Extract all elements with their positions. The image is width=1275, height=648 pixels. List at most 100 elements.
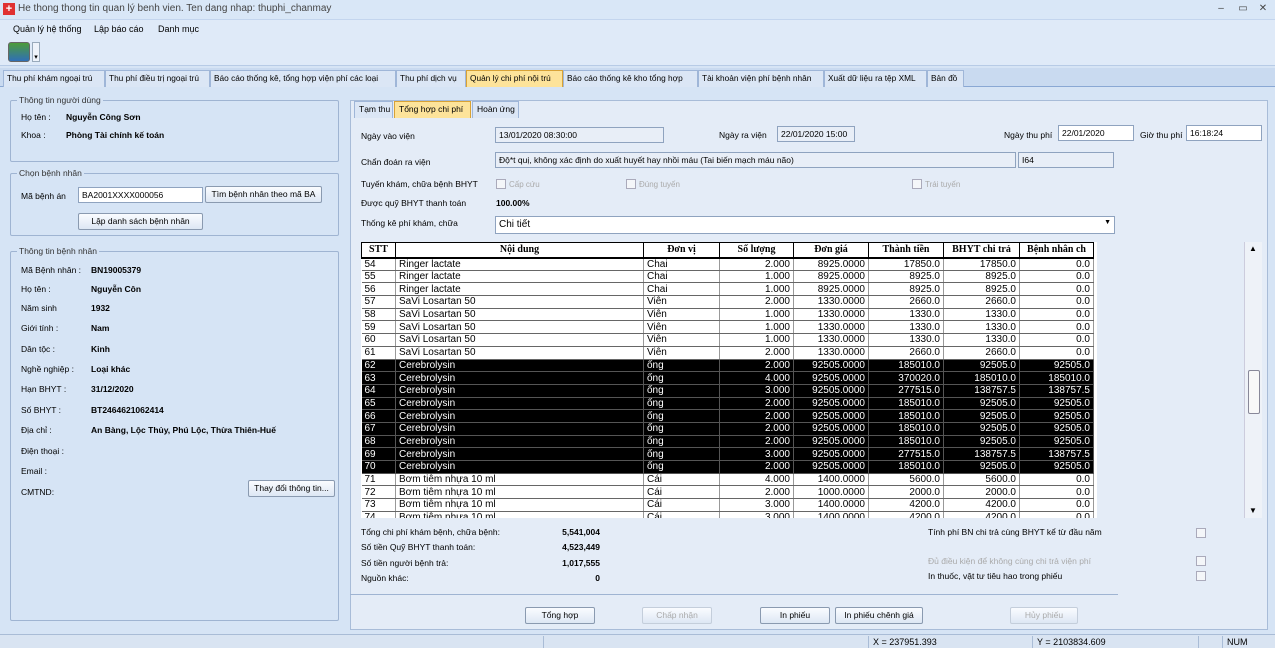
cell-insurance-pays[interactable]: 2000.0 <box>943 485 1020 500</box>
cell-patient-pays[interactable]: 92505.0 <box>1019 397 1094 411</box>
maximize-button[interactable]: ▭ <box>1234 2 1252 16</box>
cell-patient-pays[interactable]: 92505.0 <box>1019 435 1094 449</box>
cell-quantity[interactable]: 2.000 <box>719 346 794 360</box>
minimize-button[interactable]: – <box>1212 2 1230 16</box>
col-content[interactable]: Nội dung <box>395 242 644 259</box>
cell-amount[interactable]: 277515.0 <box>868 447 944 461</box>
scroll-down-icon[interactable]: ▼ <box>1249 506 1257 515</box>
cell-content[interactable]: SaVi Losartan 50 <box>395 320 644 335</box>
cell-quantity[interactable]: 1.000 <box>719 270 794 284</box>
discharge-diagnosis-field[interactable]: Độ*t quị, không xác định do xuất huyết h… <box>495 152 1016 168</box>
cell-unit-price[interactable]: 1330.0000 <box>793 308 869 322</box>
table-row[interactable]: 59 SaVi Losartan 50 Viên 1.000 1330.0000 1330… <box>361 320 1094 335</box>
cell-unit-price[interactable]: 1330.0000 <box>793 333 869 347</box>
tab-warehouse-report[interactable]: Báo cáo thống kê kho tổng hợp <box>563 70 698 87</box>
table-row[interactable]: 74 Bơm tiêm nhựa 10 ml Cái 3.000 1400.0000 42… <box>361 511 1094 518</box>
cell-unit-price[interactable]: 92505.0000 <box>793 435 869 449</box>
cancel-receipt-button[interactable]: Hủy phiếu <box>1010 607 1078 624</box>
cell-unit-price[interactable]: 92505.0000 <box>793 460 869 474</box>
cell-unit-price[interactable]: 92505.0000 <box>793 384 869 398</box>
correct-route-checkbox[interactable] <box>626 179 636 189</box>
cell-stt[interactable]: 73 <box>361 498 396 512</box>
cell-patient-pays[interactable]: 92505.0 <box>1019 422 1094 436</box>
cell-content[interactable]: Ringer lactate <box>395 282 644 297</box>
cell-patient-pays[interactable]: 0.0 <box>1019 333 1094 347</box>
admit-date-field[interactable]: 13/01/2020 08:30:00 <box>495 127 664 143</box>
cell-stt[interactable]: 65 <box>361 397 396 411</box>
fee-date-picker[interactable]: 22/01/2020 <box>1058 125 1134 141</box>
cell-patient-pays[interactable]: 0.0 <box>1019 498 1094 512</box>
col-quantity[interactable]: Số lượng <box>719 242 794 259</box>
cell-amount[interactable]: 2660.0 <box>868 346 944 360</box>
cell-unit-price[interactable]: 92505.0000 <box>793 359 869 373</box>
cell-patient-pays[interactable]: 92505.0 <box>1019 359 1094 373</box>
cell-patient-pays[interactable]: 0.0 <box>1019 473 1094 487</box>
cell-quantity[interactable]: 2.000 <box>719 460 794 474</box>
grid-scrollbar[interactable]: ▲ ▼ <box>1244 242 1262 518</box>
menu-catalog[interactable]: Danh mục <box>158 24 199 34</box>
wrong-route-checkbox[interactable] <box>912 179 922 189</box>
cell-quantity[interactable]: 2.000 <box>719 295 794 309</box>
fee-time-picker[interactable]: 16:18:24 <box>1186 125 1262 141</box>
emergency-checkbox[interactable] <box>496 179 506 189</box>
cell-stt[interactable]: 68 <box>361 435 396 449</box>
cell-unit[interactable]: Viên <box>643 320 720 335</box>
cell-amount[interactable]: 5600.0 <box>868 473 944 487</box>
cell-unit-price[interactable]: 92505.0000 <box>793 409 869 423</box>
copay-year-checkbox[interactable] <box>1196 528 1206 538</box>
cell-stt[interactable]: 61 <box>361 346 396 360</box>
cell-unit-price[interactable]: 1400.0000 <box>793 511 869 518</box>
cell-patient-pays[interactable]: 0.0 <box>1019 270 1094 284</box>
cell-amount[interactable]: 370020.0 <box>868 371 944 385</box>
cell-unit[interactable]: Viên <box>643 295 720 309</box>
cell-unit-price[interactable]: 8925.0000 <box>793 257 869 271</box>
cell-insurance-pays[interactable]: 92505.0 <box>943 359 1020 373</box>
table-row[interactable]: 67 Cerebrolysin ống 2.000 92505.0000 185010.0… <box>361 422 1094 436</box>
cell-amount[interactable]: 1330.0 <box>868 333 944 347</box>
cell-unit[interactable]: Cái <box>643 511 720 518</box>
cell-insurance-pays[interactable]: 8925.0 <box>943 282 1020 297</box>
table-row[interactable]: 69 Cerebrolysin ống 3.000 92505.0000 277515.0… <box>361 447 1094 461</box>
cell-patient-pays[interactable]: 0.0 <box>1019 511 1094 518</box>
cell-unit[interactable]: Viên <box>643 308 720 322</box>
cell-quantity[interactable]: 3.000 <box>719 384 794 398</box>
cell-quantity[interactable]: 2.000 <box>719 409 794 423</box>
modules-icon[interactable] <box>8 42 30 62</box>
cell-content[interactable]: Cerebrolysin <box>395 397 644 411</box>
cell-unit[interactable]: Viên <box>643 346 720 360</box>
cell-stt[interactable]: 74 <box>361 511 396 518</box>
toolbar-dropdown-arrow[interactable]: ▾ <box>32 42 40 62</box>
cell-quantity[interactable]: 1.000 <box>719 282 794 297</box>
tab-patient-account[interactable]: Tài khoản viện phí bệnh nhân <box>698 70 824 87</box>
cell-insurance-pays[interactable]: 1330.0 <box>943 333 1020 347</box>
menu-reports[interactable]: Lập báo cáo <box>94 24 144 34</box>
cell-content[interactable]: Bơm tiêm nhựa 10 ml <box>395 498 644 512</box>
cell-quantity[interactable]: 3.000 <box>719 447 794 461</box>
cell-patient-pays[interactable]: 0.0 <box>1019 346 1094 360</box>
cell-unit-price[interactable]: 1400.0000 <box>793 473 869 487</box>
cell-insurance-pays[interactable]: 92505.0 <box>943 435 1020 449</box>
cell-unit-price[interactable]: 1400.0000 <box>793 498 869 512</box>
cell-quantity[interactable]: 2.000 <box>719 359 794 373</box>
cell-unit[interactable]: Cái <box>643 485 720 500</box>
cell-quantity[interactable]: 3.000 <box>719 511 794 518</box>
cell-content[interactable]: SaVi Losartan 50 <box>395 346 644 360</box>
table-row[interactable]: 63 Cerebrolysin ống 4.000 92505.0000 370020.0… <box>361 371 1094 385</box>
cell-patient-pays[interactable]: 0.0 <box>1019 485 1094 500</box>
cell-stt[interactable]: 56 <box>361 282 396 297</box>
cell-content[interactable]: SaVi Losartan 50 <box>395 295 644 309</box>
cell-insurance-pays[interactable]: 2660.0 <box>943 295 1020 309</box>
cell-insurance-pays[interactable]: 4200.0 <box>943 498 1020 512</box>
cell-unit-price[interactable]: 8925.0000 <box>793 270 869 284</box>
col-insurance-pays[interactable]: BHYT chi trả <box>943 242 1020 259</box>
print-difference-button[interactable]: In phiếu chênh giá <box>835 607 923 624</box>
table-row[interactable]: 61 SaVi Losartan 50 Viên 2.000 1330.0000 2660… <box>361 346 1094 360</box>
cell-unit[interactable]: ống <box>643 359 720 373</box>
close-button[interactable]: ✕ <box>1254 2 1272 16</box>
record-code-input[interactable]: BA2001XXXX000056 <box>78 187 203 203</box>
tab-outpatient-exam-fees[interactable]: Thu phí khám ngoại trú <box>3 70 105 87</box>
table-row[interactable]: 55 Ringer lactate Chai 1.000 8925.0000 8925.0… <box>361 270 1094 284</box>
cell-patient-pays[interactable]: 0.0 <box>1019 257 1094 271</box>
cell-content[interactable]: Cerebrolysin <box>395 422 644 436</box>
summarize-button[interactable]: Tổng hợp <box>525 607 595 624</box>
